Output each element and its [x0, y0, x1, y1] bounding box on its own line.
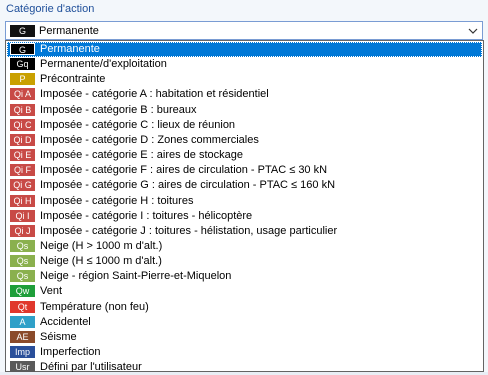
list-item[interactable]: Qt Température (non feu) — [7, 300, 482, 315]
section-label: Catégorie d'action — [6, 3, 95, 15]
category-badge: G — [10, 43, 35, 55]
list-item-label: Imposée - catégorie C : lieux de réunion — [40, 118, 236, 131]
combo-badge: G — [10, 25, 35, 37]
category-badge: AE — [10, 330, 35, 343]
list-item[interactable]: Qi G Imposée - catégorie G : aires de cir… — [7, 178, 482, 193]
list-item-label: Imperfection — [40, 346, 101, 358]
category-badge: Qi E — [10, 149, 35, 162]
list-item-label: Séisme — [40, 330, 77, 343]
list-item[interactable]: Qs Neige (H > 1000 m d'alt.) — [7, 239, 482, 254]
category-badge: Qi F — [10, 164, 35, 177]
list-item[interactable]: G Permanente — [7, 42, 482, 57]
list-item-label: Imposée - catégorie D : Zones commercial… — [40, 133, 259, 146]
category-badge: Qs — [10, 270, 35, 283]
list-item[interactable]: P Précontrainte — [7, 72, 482, 87]
category-badge: Qs — [10, 255, 35, 268]
category-badge: P — [10, 73, 35, 86]
list-item-label: Précontrainte — [40, 73, 106, 86]
list-item[interactable]: Qi I Imposée - catégorie I : toitures - h… — [7, 209, 482, 224]
right-strip — [484, 40, 488, 375]
category-badge: Qi H — [10, 194, 35, 207]
list-item[interactable]: Qi F Imposée - catégorie F : aires de cir… — [7, 163, 482, 178]
category-badge: Qs — [10, 239, 35, 252]
list-item-label: Permanente — [40, 43, 100, 55]
category-badge: Imp — [10, 346, 35, 358]
list-item[interactable]: AE Séisme — [7, 330, 482, 345]
list-item[interactable]: Qi C Imposée - catégorie C : lieux de réu… — [7, 118, 482, 133]
category-badge: Qw — [10, 285, 35, 298]
list-item-label: Neige (H ≤ 1000 m d'alt.) — [40, 255, 162, 268]
list-item[interactable]: A Accidentel — [7, 315, 482, 330]
list-item-label: Imposée - catégorie F : aires de circula… — [40, 164, 328, 177]
list-item[interactable]: Qi A Imposée - catégorie A : habitation e… — [7, 87, 482, 102]
combo-value: Permanente — [39, 25, 99, 37]
list-item-label: Permanente/d'exploitation — [40, 58, 167, 71]
category-badge: Qi C — [10, 118, 35, 131]
list-item[interactable]: Qs Neige (H ≤ 1000 m d'alt.) — [7, 254, 482, 269]
list-item[interactable]: Qi B Imposée - catégorie B : bureaux — [7, 103, 482, 118]
category-badge: Qi J — [10, 224, 35, 237]
action-category-panel: Catégorie d'action G Permanente G Permane… — [0, 0, 488, 375]
list-item-label: Imposée - catégorie E : aires de stockag… — [40, 149, 243, 162]
list-item[interactable]: Imp Imperfection — [7, 345, 482, 360]
action-category-combobox[interactable]: G Permanente — [5, 21, 483, 40]
list-item[interactable]: Qi D Imposée - catégorie D : Zones commer… — [7, 133, 482, 148]
list-item-label: Imposée - catégorie B : bureaux — [40, 103, 197, 116]
category-badge: Gq — [10, 58, 35, 71]
list-item[interactable]: Qs Neige - région Saint-Pierre-et-Miquelo… — [7, 269, 482, 284]
category-badge: Qi I — [10, 209, 35, 222]
category-dropdown-list[interactable]: G Permanente Gq Permanente/d'exploitation P P… — [5, 40, 484, 374]
list-item[interactable]: Qi E Imposée - catégorie E : aires de sto… — [7, 148, 482, 163]
category-badge: Qt — [10, 300, 35, 313]
list-item-label: Imposée - catégorie H : toitures — [40, 194, 194, 207]
list-item-label: Vent — [40, 285, 63, 298]
list-item-label: Imposée - catégorie A : habitation et ré… — [40, 88, 269, 101]
chevron-down-icon[interactable] — [464, 22, 482, 39]
list-item[interactable]: Qi H Imposée - catégorie H : toitures — [7, 194, 482, 209]
category-badge: A — [10, 315, 35, 328]
category-badge: Qi G — [10, 179, 35, 192]
list-item-label: Température (non feu) — [40, 300, 149, 313]
list-item[interactable]: Gq Permanente/d'exploitation — [7, 57, 482, 72]
category-badge: Qi A — [10, 88, 35, 101]
list-item-label: Imposée - catégorie J : toitures - hélis… — [40, 224, 338, 237]
list-item-label: Accidentel — [40, 315, 91, 328]
list-item[interactable]: Qw Vent — [7, 284, 482, 299]
category-badge: Qi B — [10, 103, 35, 116]
list-item-label: Neige (H > 1000 m d'alt.) — [40, 239, 163, 252]
list-item-label: Neige - région Saint-Pierre-et-Miquelon — [40, 270, 232, 283]
category-badge: Qi D — [10, 133, 35, 146]
list-item-label: Imposée - catégorie I : toitures - hélic… — [40, 209, 253, 222]
list-item[interactable]: Qi J Imposée - catégorie J : toitures - h… — [7, 224, 482, 239]
list-item-label: Imposée - catégorie G : aires de circula… — [40, 179, 336, 192]
